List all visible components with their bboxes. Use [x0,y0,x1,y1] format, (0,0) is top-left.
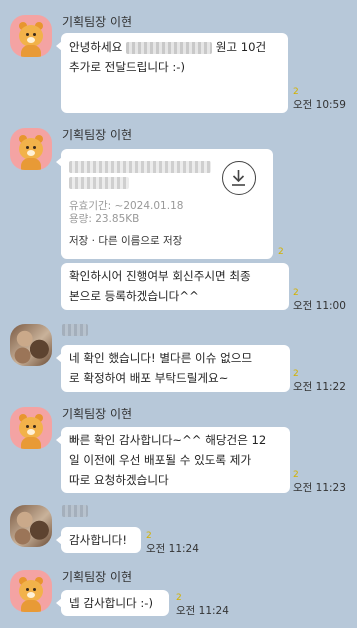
message-meta: 2 오전 11:00 [293,288,346,313]
file-name-redacted [69,177,129,189]
unread-count: 2 [278,247,284,257]
separator: · [91,235,96,247]
message-time: 오전 11:22 [293,381,346,393]
message-text: 따로 요청하겠습니다 [69,473,169,487]
sender-name: 기획팀장 이현 [62,15,133,29]
message-time: 오전 11:24 [176,605,229,617]
download-arrow-icon[interactable] [222,161,256,195]
message-meta: 2 [278,247,284,257]
message-time: 오전 10:59 [293,99,346,111]
save-as-link[interactable]: 다른 이름으로 저장 [98,235,182,247]
message-bubble[interactable]: 넵 감사합니다 :-) [56,590,169,616]
message-text: 원고 10건 [215,40,267,54]
unread-count: 2 [176,593,182,603]
unread-count: 2 [293,369,299,379]
message-time: 오전 11:23 [293,482,346,494]
unread-count: 2 [293,470,299,480]
message-text: 빠른 확인 감사합니다~^^ 해당건은 12 [69,433,267,447]
unread-count: 2 [293,87,299,97]
message-time: 오전 11:00 [293,300,346,312]
message-text: 확인하시어 진행여부 회신주시면 최종 [69,269,251,283]
message-text: 네 확인 했습니다! 별다른 이슈 없으므 [69,351,253,365]
unread-count: 2 [293,288,299,298]
message-bubble[interactable]: 빠른 확인 감사합니다~^^ 해당건은 12 일 이전에 우선 배포될 수 있도… [56,427,290,493]
message-meta: 2 오전 11:22 [293,369,346,394]
sender-name: 기획팀장 이현 [62,407,133,421]
file-name-redacted [69,161,211,173]
message-text: 안녕하세요 [69,40,123,54]
message-text: 넵 감사합니다 :-) [69,596,153,610]
message-text: 감사합니다! [69,533,127,547]
bot-avatar[interactable] [10,570,52,612]
bot-avatar[interactable] [10,407,52,449]
message-bubble[interactable]: 안녕하세요 원고 10건 추가로 전달드립니다 :-) [56,33,288,113]
message-meta: 2 오전 11:23 [293,470,346,495]
file-actions: 저장 · 다른 이름으로 저장 [69,233,182,248]
bot-avatar[interactable] [10,128,52,170]
save-link[interactable]: 저장 [69,235,88,247]
message-text: 로 확정하여 배포 부탁드릴게요~ [69,371,229,385]
sender-name: 기획팀장 이현 [62,128,133,142]
message-meta: 2 오전 10:59 [293,87,346,112]
file-attachment-card[interactable]: 유효기간: ~2024.01.18 용량: 23.85KB 저장 · 다른 이름… [56,149,273,259]
chat-area[interactable]: 기획팀장 이현 안녕하세요 원고 10건 추가로 전달드립니다 :-) 2 오전… [0,0,357,628]
message-bubble[interactable]: 확인하시어 진행여부 회신주시면 최종 본으로 등록하겠습니다^^ [61,263,289,310]
unread-count: 2 [146,531,152,541]
file-size: 용량: 23.85KB [69,213,140,225]
message-bubble[interactable]: 감사합니다! [56,527,141,553]
sender-name-redacted [62,324,88,336]
bot-avatar[interactable] [10,15,52,57]
message-time: 오전 11:24 [146,543,199,555]
sender-name: 기획팀장 이현 [62,570,133,584]
message-text: 추가로 전달드립니다 :-) [69,60,185,74]
message-text: 일 이전에 우선 배포될 수 있도록 제가 [69,453,252,467]
redacted-text [126,41,213,54]
message-meta: 2 오전 11:24 [146,531,199,556]
sender-name-redacted [62,505,88,517]
message-text: 본으로 등록하겠습니다^^ [69,289,199,303]
message-meta: 2 오전 11:24 [176,593,229,618]
user-avatar[interactable] [10,505,52,547]
message-bubble[interactable]: 네 확인 했습니다! 별다른 이슈 없으므 로 확정하여 배포 부탁드릴게요~ [56,345,290,392]
user-avatar[interactable] [10,324,52,366]
